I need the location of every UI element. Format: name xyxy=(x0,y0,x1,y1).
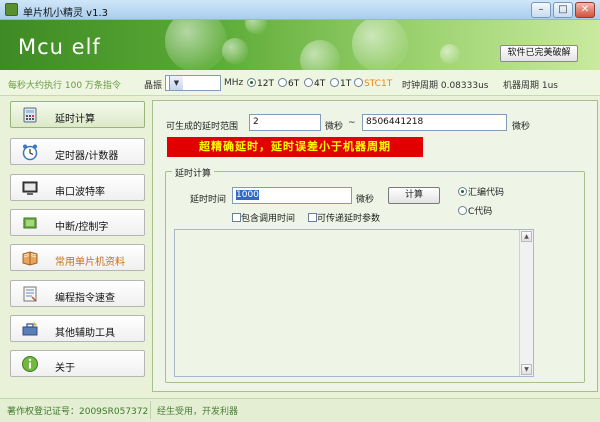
radio-dot[interactable] xyxy=(354,78,363,87)
app-icon xyxy=(5,3,18,16)
delay-calc-group: 延时计算 延时时间 1000 微秒 计算 汇编代码 C代码 包含调用时间 可传递… xyxy=(165,166,585,383)
slogan-text: 经生受用，开发利器 xyxy=(157,407,239,417)
app-logo: Mcu elf xyxy=(18,35,101,59)
range-min-field[interactable]: 2 xyxy=(249,114,321,131)
calculator-icon xyxy=(23,107,37,123)
title-bar: 单片机小精灵 v1.3 – □ ✕ xyxy=(0,0,600,20)
radio-dot[interactable] xyxy=(304,78,313,87)
vertical-scrollbar[interactable]: ▲ ▼ xyxy=(519,230,533,376)
close-button[interactable]: ✕ xyxy=(575,2,595,18)
instruction-speed-text: 每秒大约执行 100 万条指令 xyxy=(8,81,121,91)
range-max-unit: 微秒 xyxy=(512,122,531,132)
radio-dot[interactable] xyxy=(278,78,287,87)
nav-other-tools[interactable]: 其他辅助工具 xyxy=(10,315,145,342)
nav-label: 定时器/计数器 xyxy=(55,151,119,162)
range-tilde: ~ xyxy=(348,118,356,128)
cycle-radio-12t[interactable]: 12T xyxy=(247,78,274,90)
crystal-label: 晶振 xyxy=(144,81,163,91)
radio-c-code[interactable]: C代码 xyxy=(458,204,492,217)
nav-label: 常用单片机资料 xyxy=(55,257,125,268)
nav-label: 编程指令速查 xyxy=(55,293,115,304)
monitor-icon xyxy=(22,181,38,195)
code-output-area[interactable]: ▲ ▼ xyxy=(174,229,534,377)
nav-label: 延时计算 xyxy=(55,114,95,125)
maximize-button[interactable]: □ xyxy=(553,2,573,18)
bubble-decoration xyxy=(165,20,227,70)
status-bar: 著作权登记证号：2009SR057372 经生受用，开发利器 xyxy=(0,398,600,422)
delay-calc-panel: 可生成的延时范围 2 微秒 ~ 8506441218 微秒 超精确延时，延时误差… xyxy=(152,100,598,392)
nav-timer-counter[interactable]: 定时器/计数器 xyxy=(10,138,145,165)
crystal-select[interactable]: 12 ▼ xyxy=(165,75,221,91)
crystal-unit: MHz xyxy=(224,78,244,88)
precision-banner: 超精确延时，延时误差小于机器周期 xyxy=(167,137,423,157)
bubble-decoration xyxy=(440,44,460,64)
chevron-down-icon[interactable]: ▼ xyxy=(169,76,183,90)
radio-dot[interactable] xyxy=(458,206,467,215)
bubble-decoration xyxy=(245,20,267,34)
nav-label: 串口波特率 xyxy=(55,187,105,198)
nav-about[interactable]: 关于 xyxy=(10,350,145,377)
nav-label: 其他辅助工具 xyxy=(55,328,115,339)
status-divider xyxy=(150,401,151,419)
bubble-decoration xyxy=(300,40,340,70)
book-icon xyxy=(22,251,38,266)
settings-bar: 每秒大约执行 100 万条指令 晶振 12 ▼ MHz 12T 6T 4T 1T… xyxy=(0,70,600,96)
bubble-decoration xyxy=(222,38,248,64)
radio-dot[interactable] xyxy=(458,187,467,196)
nav-instruction-lookup[interactable]: 编程指令速查 xyxy=(10,280,145,307)
chip-icon xyxy=(23,217,37,229)
nav-delay-calc[interactable]: 延时计算 xyxy=(10,101,145,128)
range-label: 可生成的延时范围 xyxy=(166,122,239,132)
alarm-clock-icon xyxy=(22,144,38,161)
nav-mcu-reference[interactable]: 常用单片机资料 xyxy=(10,244,145,271)
crack-status-button[interactable]: 软件已完美破解 xyxy=(500,45,578,62)
radio-dot[interactable] xyxy=(330,78,339,87)
delay-time-unit: 微秒 xyxy=(356,195,375,205)
checkbox-pass-delay-param[interactable]: 可传递延时参数 xyxy=(308,211,380,224)
radio-asm-code[interactable]: 汇编代码 xyxy=(458,185,504,198)
delay-time-label: 延时时间 xyxy=(190,195,227,205)
nav-baud-rate[interactable]: 串口波特率 xyxy=(10,174,145,201)
range-min-unit: 微秒 xyxy=(325,122,344,132)
checkbox-box[interactable] xyxy=(308,213,317,222)
window-title: 单片机小精灵 v1.3 xyxy=(23,8,108,19)
nav-label: 关于 xyxy=(55,363,75,374)
scroll-up-icon[interactable]: ▲ xyxy=(521,231,532,242)
cycle-radio-6t[interactable]: 6T xyxy=(278,78,299,90)
scroll-down-icon[interactable]: ▼ xyxy=(521,364,532,375)
checkbox-box[interactable] xyxy=(232,213,241,222)
checkbox-include-call-time[interactable]: 包含调用时间 xyxy=(232,211,295,224)
nav-interrupt-control[interactable]: 中断/控制字 xyxy=(10,209,145,236)
bubble-decoration xyxy=(352,20,408,70)
machine-period: 机器周期 1us xyxy=(503,81,558,91)
clock-period: 时钟周期 0.08333us xyxy=(402,81,489,91)
nav-label: 中断/控制字 xyxy=(55,222,109,233)
group-title: 延时计算 xyxy=(172,166,215,179)
cycle-radio-1t[interactable]: 1T xyxy=(330,78,351,90)
header-banner: Mcu elf 软件已完美破解 xyxy=(0,20,600,70)
copyright-text: 著作权登记证号：2009SR057372 xyxy=(7,407,149,417)
radio-dot[interactable] xyxy=(247,78,256,87)
sidebar-nav: 延时计算 定时器/计数器 串口波特率 中断/控制字 常用单片机资料 编程指令速查… xyxy=(0,97,150,397)
cycle-radio-4t[interactable]: 4T xyxy=(304,78,325,90)
minimize-button[interactable]: – xyxy=(531,2,551,18)
delay-time-input[interactable]: 1000 xyxy=(232,187,352,204)
notebook-icon xyxy=(23,286,37,302)
info-icon xyxy=(22,356,38,372)
toolbox-icon xyxy=(22,322,38,336)
range-max-field[interactable]: 8506441218 xyxy=(362,114,507,131)
delay-time-value: 1000 xyxy=(236,190,259,200)
cycle-radio-stc1t[interactable]: STC1T xyxy=(354,78,392,90)
calculate-button[interactable]: 计算 xyxy=(388,187,440,204)
